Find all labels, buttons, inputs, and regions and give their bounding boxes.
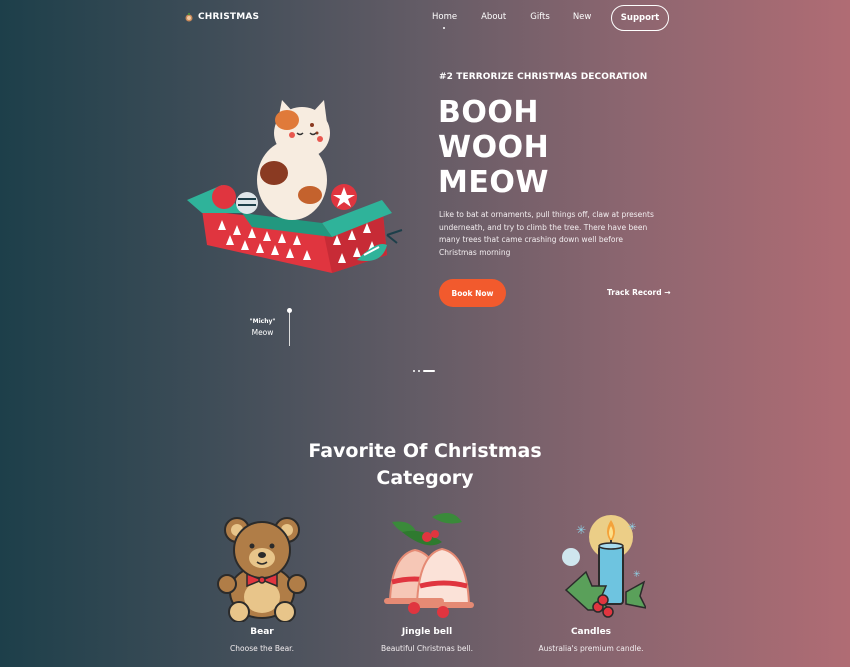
svg-text:✳: ✳ xyxy=(576,523,586,537)
support-button[interactable]: Support xyxy=(611,5,669,31)
brand-name: CHRISTMAS xyxy=(198,12,260,22)
svg-text:✳: ✳ xyxy=(633,570,641,580)
hero-description: Like to bat at ornaments, pull things of… xyxy=(439,210,654,257)
track-record-link[interactable]: Track Record → xyxy=(607,288,671,297)
category-desc: Choose the Bear. xyxy=(230,644,294,653)
quote-divider xyxy=(289,311,290,346)
slider-pagination xyxy=(413,370,435,372)
svg-text:✳: ✳ xyxy=(628,522,636,533)
hero-eyebrow: #2 TERRORIZE CHRISTMAS DECORATION xyxy=(439,72,648,82)
category-name: Jingle bell xyxy=(401,627,453,637)
nav-about[interactable]: About xyxy=(481,12,506,22)
cat-in-gift-box-illustration xyxy=(187,100,403,273)
nav-new[interactable]: New xyxy=(573,12,592,22)
category-card-bear[interactable]: Bear Choose the Bear. xyxy=(197,512,327,655)
hero-title: BOOH WOOH MEOW xyxy=(438,95,549,200)
hero-title-line: WOOH xyxy=(438,130,550,165)
section-title-line: Category xyxy=(376,467,474,489)
slider-dot[interactable] xyxy=(418,370,420,372)
slider-dot-active[interactable] xyxy=(423,370,435,372)
category-name: Candles xyxy=(570,627,612,637)
hero-title-line: MEOW xyxy=(438,165,549,200)
quote-sub: Meow xyxy=(251,328,274,337)
teddy-bear-icon xyxy=(217,517,307,622)
quote-divider-dot xyxy=(287,308,292,313)
nav-links: Home About Gifts New xyxy=(432,12,591,22)
book-now-button[interactable]: Book Now xyxy=(439,279,506,307)
category-name: Bear xyxy=(250,627,274,637)
nav-home[interactable]: Home xyxy=(432,12,457,22)
category-card-jingle-bell[interactable]: Jingle bell Beautiful Christmas bell. xyxy=(362,512,492,655)
section-title: Favorite Of Christmas Category xyxy=(0,438,850,492)
top-nav: CHRISTMAS Home About Gifts New Support xyxy=(185,5,670,32)
section-title-line: Favorite Of Christmas xyxy=(308,440,542,462)
category-card-candles[interactable]: ✳ ✳ ✳ Candles Australia's premium candle… xyxy=(526,512,656,655)
jingle-bell-icon xyxy=(384,513,474,618)
quote-name: "Michy" xyxy=(249,318,276,325)
active-nav-indicator xyxy=(443,27,445,29)
brand-logo[interactable]: CHRISTMAS xyxy=(185,12,259,22)
category-desc: Australia's premium candle. xyxy=(538,644,644,653)
brand-icon xyxy=(185,12,193,21)
candle-icon: ✳ ✳ ✳ xyxy=(562,515,646,618)
hero-title-line: BOOH xyxy=(438,95,539,130)
nav-gifts[interactable]: Gifts xyxy=(530,12,550,22)
hero-quote: "Michy" Meow xyxy=(240,318,285,337)
category-desc: Beautiful Christmas bell. xyxy=(380,644,474,653)
slider-dot[interactable] xyxy=(413,370,415,372)
